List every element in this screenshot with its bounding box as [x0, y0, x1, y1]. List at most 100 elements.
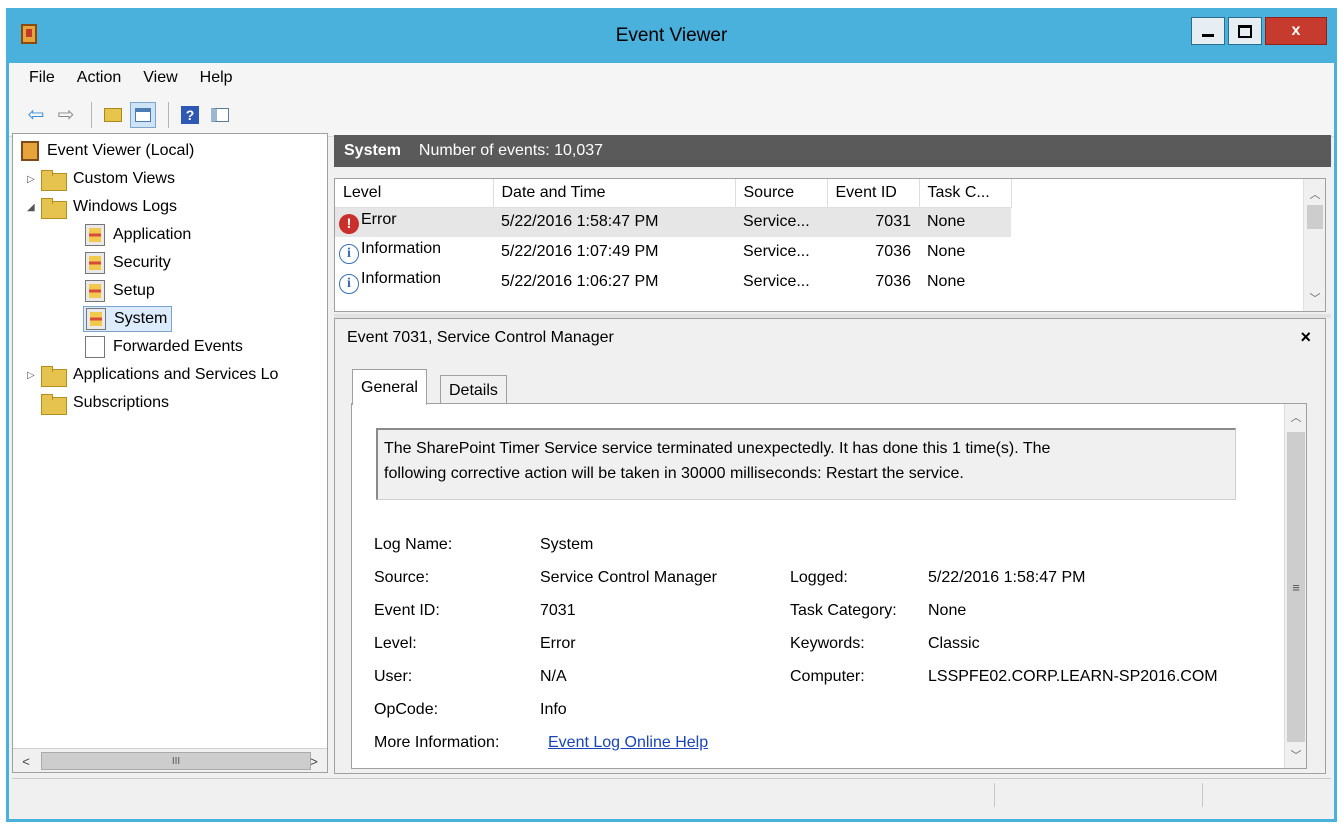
scroll-up-icon[interactable]: ︿: [1306, 185, 1324, 203]
tree-horizontal-scrollbar[interactable]: < III >: [13, 748, 327, 772]
tree-item-windows-logs[interactable]: ◢ Windows Logs: [27, 194, 177, 220]
menu-action[interactable]: Action: [77, 69, 121, 87]
tree-item-label: Security: [113, 254, 171, 271]
events-list: Level Date and Time Source Event ID Task…: [334, 178, 1326, 312]
tree-item-label: Subscriptions: [73, 394, 170, 411]
title-bar: Event Viewer x: [9, 11, 1334, 63]
tree-item-label: Setup: [113, 282, 155, 299]
column-header-source[interactable]: Source: [735, 179, 828, 208]
computer-value: LSSPFE02.CORP.LEARN-SP2016.COM: [928, 668, 1218, 685]
log-header-bar: System Number of events: 10,037: [334, 135, 1331, 167]
back-arrow-icon: ⇦: [27, 104, 45, 126]
tree-item-forwarded-events[interactable]: Forwarded Events: [85, 334, 243, 360]
scroll-thumb[interactable]: ≡: [1287, 432, 1305, 742]
level-label: Level:: [374, 635, 417, 652]
tree-item-label: Application: [113, 226, 192, 243]
window-title: Event Viewer: [615, 25, 728, 46]
toolbar-separator: [91, 101, 92, 128]
scroll-up-icon[interactable]: ︿: [1287, 408, 1305, 426]
log-name-value: System: [540, 536, 594, 553]
tree-item-system[interactable]: System: [83, 306, 173, 332]
general-tab-content: The SharePoint Timer Service service ter…: [351, 403, 1307, 769]
keywords-label: Keywords:: [790, 635, 865, 652]
events-vertical-scrollbar[interactable]: ︿ ﹀: [1303, 179, 1325, 311]
status-separator: [994, 783, 995, 807]
menu-view[interactable]: View: [143, 69, 177, 87]
tree-item-event-viewer-local[interactable]: Event Viewer (Local): [21, 138, 194, 164]
tree-item-label: Event Viewer (Local): [47, 142, 195, 159]
custom-views-folder-icon: [41, 169, 67, 191]
log-name-label: Log Name:: [374, 536, 453, 553]
show-hide-action-pane-button[interactable]: [207, 102, 233, 128]
help-button[interactable]: ?: [177, 102, 203, 128]
error-icon: !: [339, 213, 359, 234]
more-information-label: More Information:: [374, 734, 500, 751]
scroll-down-icon[interactable]: ﹀: [1306, 289, 1324, 307]
folder-up-icon: [104, 107, 122, 122]
menu-file[interactable]: File: [29, 69, 55, 87]
opcode-value: Info: [540, 701, 567, 718]
scroll-thumb[interactable]: [1307, 205, 1323, 229]
show-hide-console-tree-button[interactable]: [130, 101, 156, 128]
toolbar: ⇦ ⇨ ?: [9, 93, 1334, 137]
log-icon: [86, 308, 106, 330]
event-log-online-help-link[interactable]: Event Log Online Help: [548, 734, 708, 752]
toolbar-separator: [168, 101, 169, 128]
scroll-right-icon[interactable]: >: [304, 751, 324, 771]
expand-arrow-icon[interactable]: ▷: [27, 370, 41, 381]
table-row[interactable]: i Information 5/22/2016 1:06:27 PM Servic…: [335, 267, 1011, 297]
table-row[interactable]: ! Error 5/22/2016 1:58:47 PM Service... 7…: [335, 207, 1011, 237]
close-detail-icon[interactable]: ×: [1300, 327, 1311, 348]
column-header-level[interactable]: Level: [335, 179, 494, 208]
forward-button[interactable]: ⇨: [53, 102, 79, 128]
logged-value: 5/22/2016 1:58:47 PM: [928, 569, 1086, 586]
tree-item-application[interactable]: Application: [85, 222, 191, 248]
task-category-value: None: [928, 602, 967, 619]
close-icon: x: [1291, 22, 1301, 39]
tree-item-label: Forwarded Events: [113, 338, 243, 355]
minimize-button[interactable]: [1191, 17, 1225, 45]
event-id-value: 7031: [540, 602, 576, 619]
maximize-button[interactable]: [1228, 17, 1262, 45]
column-header-date-and-time[interactable]: Date and Time: [493, 179, 736, 208]
windows-logs-folder-icon: [41, 197, 67, 219]
keywords-value: Classic: [928, 635, 980, 652]
source-value: Service Control Manager: [540, 569, 717, 586]
tab-general[interactable]: General: [352, 369, 427, 405]
tree-item-applications-and-services[interactable]: ▷ Applications and Services Lo: [27, 362, 278, 388]
column-header-task-category[interactable]: Task C...: [919, 179, 1012, 208]
event-message-box[interactable]: The SharePoint Timer Service service ter…: [376, 428, 1236, 500]
tree-item-setup[interactable]: Setup: [85, 278, 155, 304]
menu-bar: File Action View Help: [9, 63, 1334, 93]
log-icon: [85, 224, 105, 246]
logged-label: Logged:: [790, 569, 848, 586]
status-separator: [1202, 783, 1203, 807]
event-message-line: The SharePoint Timer Service service ter…: [384, 440, 1051, 457]
user-label: User:: [374, 668, 413, 685]
detail-vertical-scrollbar[interactable]: ︿ ≡ ﹀: [1284, 404, 1306, 768]
scroll-thumb[interactable]: III: [41, 752, 311, 770]
log-name: System: [344, 142, 401, 159]
event-detail-title: Event 7031, Service Control Manager: [347, 329, 614, 346]
information-icon: i: [339, 244, 359, 264]
close-button[interactable]: x: [1265, 17, 1327, 45]
column-header-event-id[interactable]: Event ID: [827, 179, 920, 208]
back-button[interactable]: ⇦: [23, 102, 49, 128]
menu-help[interactable]: Help: [200, 69, 233, 87]
event-count: Number of events: 10,037: [418, 142, 604, 159]
source-label: Source:: [374, 569, 430, 586]
scroll-down-icon[interactable]: ﹀: [1287, 746, 1305, 764]
up-one-level-button[interactable]: [100, 102, 126, 128]
tree-item-security[interactable]: Security: [85, 250, 171, 276]
expand-arrow-icon[interactable]: ▷: [27, 174, 41, 185]
collapse-arrow-icon[interactable]: ◢: [27, 202, 41, 213]
scroll-left-icon[interactable]: <: [16, 751, 36, 771]
tree-item-subscriptions[interactable]: Subscriptions: [41, 390, 169, 416]
tree-item-custom-views[interactable]: ▷ Custom Views: [27, 166, 175, 192]
table-row[interactable]: i Information 5/22/2016 1:07:49 PM Servic…: [335, 237, 1011, 267]
opcode-label: OpCode:: [374, 701, 439, 718]
log-icon: [85, 336, 105, 358]
folder-icon: [41, 365, 67, 387]
event-id-label: Event ID:: [374, 602, 440, 619]
user-value: N/A: [540, 668, 567, 685]
